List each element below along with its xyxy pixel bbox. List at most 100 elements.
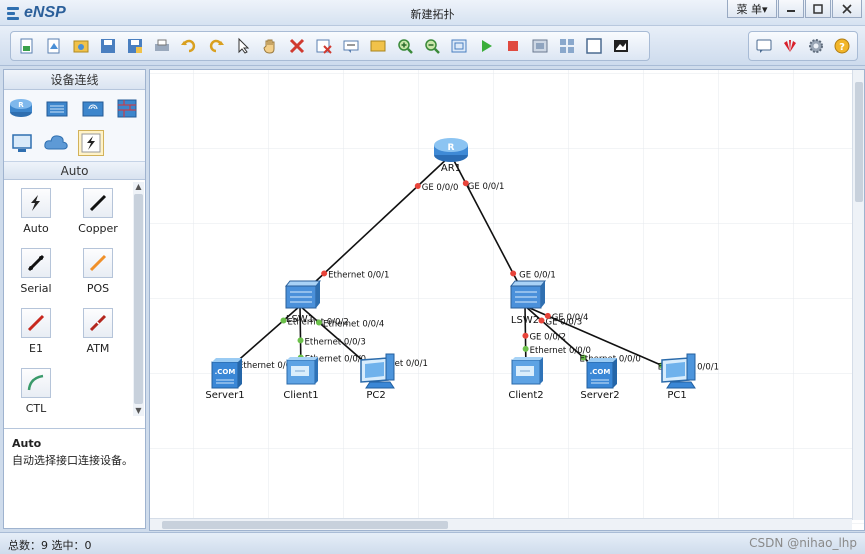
scroll-down-icon[interactable]: ▼ — [133, 406, 144, 416]
screenshot-button[interactable] — [609, 34, 633, 58]
device-panel: 设备连线 R Auto Auto Copper Serial POS E1 AT… — [3, 69, 146, 529]
delete-button[interactable] — [285, 34, 309, 58]
category-router[interactable]: R — [8, 95, 34, 121]
grid-button[interactable] — [555, 34, 579, 58]
display-button[interactable] — [582, 34, 606, 58]
hand-icon — [263, 39, 275, 54]
cable-auto[interactable]: Auto — [6, 188, 66, 235]
zoom-out-button[interactable] — [420, 34, 444, 58]
main-toolbar-group — [10, 31, 650, 61]
delete-links-icon — [316, 39, 332, 54]
save-as-button[interactable] — [123, 34, 147, 58]
save-button[interactable] — [96, 34, 120, 58]
zoom-out-icon — [425, 39, 440, 54]
pointer-button[interactable] — [231, 34, 255, 58]
topology-drawing[interactable]: GE 0/0/0 Ethernet 0/0/1 GE 0/0/1 GE 0/0/1 Et… — [150, 70, 865, 531]
capture-button[interactable] — [528, 34, 552, 58]
scroll-thumb[interactable] — [162, 521, 448, 529]
cable-copper[interactable]: Copper — [68, 188, 128, 235]
new-example-icon — [47, 38, 60, 54]
description-title: Auto — [12, 437, 42, 450]
device-client2[interactable]: Client2 — [508, 357, 544, 401]
cable-serial[interactable]: Serial — [6, 248, 66, 295]
cable-ctl[interactable]: CTL — [6, 368, 66, 415]
cable-label: CTL — [25, 402, 47, 415]
hand-button[interactable] — [258, 34, 282, 58]
server-icon: .COM — [211, 358, 242, 389]
device-label: LSW1 — [286, 314, 314, 325]
device-label: PC2 — [366, 390, 385, 401]
title-bar: eNSP 新建拓扑 菜 单▾ — [0, 0, 865, 26]
cable-e1[interactable]: E1 — [6, 308, 66, 355]
device-label: Client2 — [508, 390, 543, 401]
svg-text:.COM: .COM — [590, 368, 611, 376]
topology-canvas[interactable]: GE 0/0/0 Ethernet 0/0/1 GE 0/0/1 GE 0/0/1 Et… — [149, 69, 865, 531]
huawei-button[interactable] — [779, 34, 802, 58]
port-label: Ethernet 0/0/3 — [305, 337, 366, 347]
category-pc[interactable] — [9, 130, 35, 156]
maximize-button[interactable] — [805, 0, 831, 18]
main-menu-button[interactable]: 菜 单▾ — [727, 0, 777, 18]
category-wireless[interactable] — [80, 95, 106, 121]
undo-button[interactable] — [177, 34, 201, 58]
start-button[interactable] — [474, 34, 498, 58]
print-button[interactable] — [150, 34, 174, 58]
category-connection[interactable] — [78, 130, 104, 156]
right-toolbar-group: ? — [748, 31, 858, 61]
stop-icon — [508, 41, 518, 51]
scroll-thumb[interactable] — [855, 82, 863, 202]
status-bar: 总数：9 选中：0 CSDN @nihao_lhp — [0, 532, 865, 554]
pointer-icon — [238, 37, 250, 54]
open-button[interactable] — [69, 34, 93, 58]
chat-button[interactable] — [753, 34, 776, 58]
stop-button[interactable] — [501, 34, 525, 58]
help-button[interactable]: ? — [830, 34, 853, 58]
cable-list-scrollbar[interactable]: ▲ ▼ — [133, 182, 144, 416]
cable-atm[interactable]: ATM — [68, 308, 128, 355]
status-count: 总数：9 选中：0 — [8, 539, 92, 552]
watermark-text: CSDN @nihao_lhp — [749, 536, 857, 550]
text-button[interactable] — [339, 34, 363, 58]
svg-text:?: ? — [839, 42, 845, 53]
category-switch[interactable] — [44, 95, 70, 121]
delete-links-button[interactable] — [312, 34, 336, 58]
port-status-dot — [544, 312, 551, 319]
palette-button[interactable] — [366, 34, 390, 58]
cable-label: E1 — [29, 342, 43, 355]
switch-icon — [46, 101, 68, 117]
device-client1[interactable]: Client1 — [283, 357, 319, 401]
device-label: Server1 — [205, 390, 244, 401]
scroll-up-icon[interactable]: ▲ — [133, 182, 144, 192]
svg-text:.COM: .COM — [215, 368, 236, 376]
scroll-thumb[interactable] — [134, 194, 143, 404]
category-firewall[interactable] — [114, 95, 140, 121]
close-button[interactable] — [832, 0, 862, 18]
cable-list: Auto Copper Serial POS E1 ATM CTL ▲ ▼ — [4, 180, 145, 418]
cable-description: Auto 自动选择接口连接设备。 — [4, 428, 145, 528]
canvas-vertical-scrollbar[interactable] — [852, 70, 864, 520]
cloud-icon — [44, 135, 68, 150]
cable-label: POS — [86, 282, 110, 295]
cable-label: ATM — [86, 342, 110, 355]
new-example-button[interactable] — [42, 34, 66, 58]
ctl-cable-icon — [21, 368, 51, 398]
zoom-in-button[interactable] — [393, 34, 417, 58]
screenshot-icon — [614, 40, 628, 52]
svg-text:R: R — [448, 143, 455, 153]
router-icon: R — [434, 138, 468, 162]
fit-button[interactable] — [447, 34, 471, 58]
category-area: R — [4, 90, 145, 162]
canvas-horizontal-scrollbar[interactable] — [150, 518, 852, 530]
new-topology-button[interactable] — [15, 34, 39, 58]
settings-icon — [808, 39, 823, 53]
port-status-dot — [316, 319, 322, 326]
category-cloud[interactable] — [43, 130, 69, 156]
redo-button[interactable] — [204, 34, 228, 58]
save-icon — [101, 39, 115, 53]
minimize-icon — [787, 9, 795, 12]
connection-icon — [81, 133, 101, 153]
cable-pos[interactable]: POS — [68, 248, 128, 295]
settings-button[interactable] — [805, 34, 828, 58]
new-topology-icon — [20, 38, 33, 54]
minimize-button[interactable] — [778, 0, 804, 18]
